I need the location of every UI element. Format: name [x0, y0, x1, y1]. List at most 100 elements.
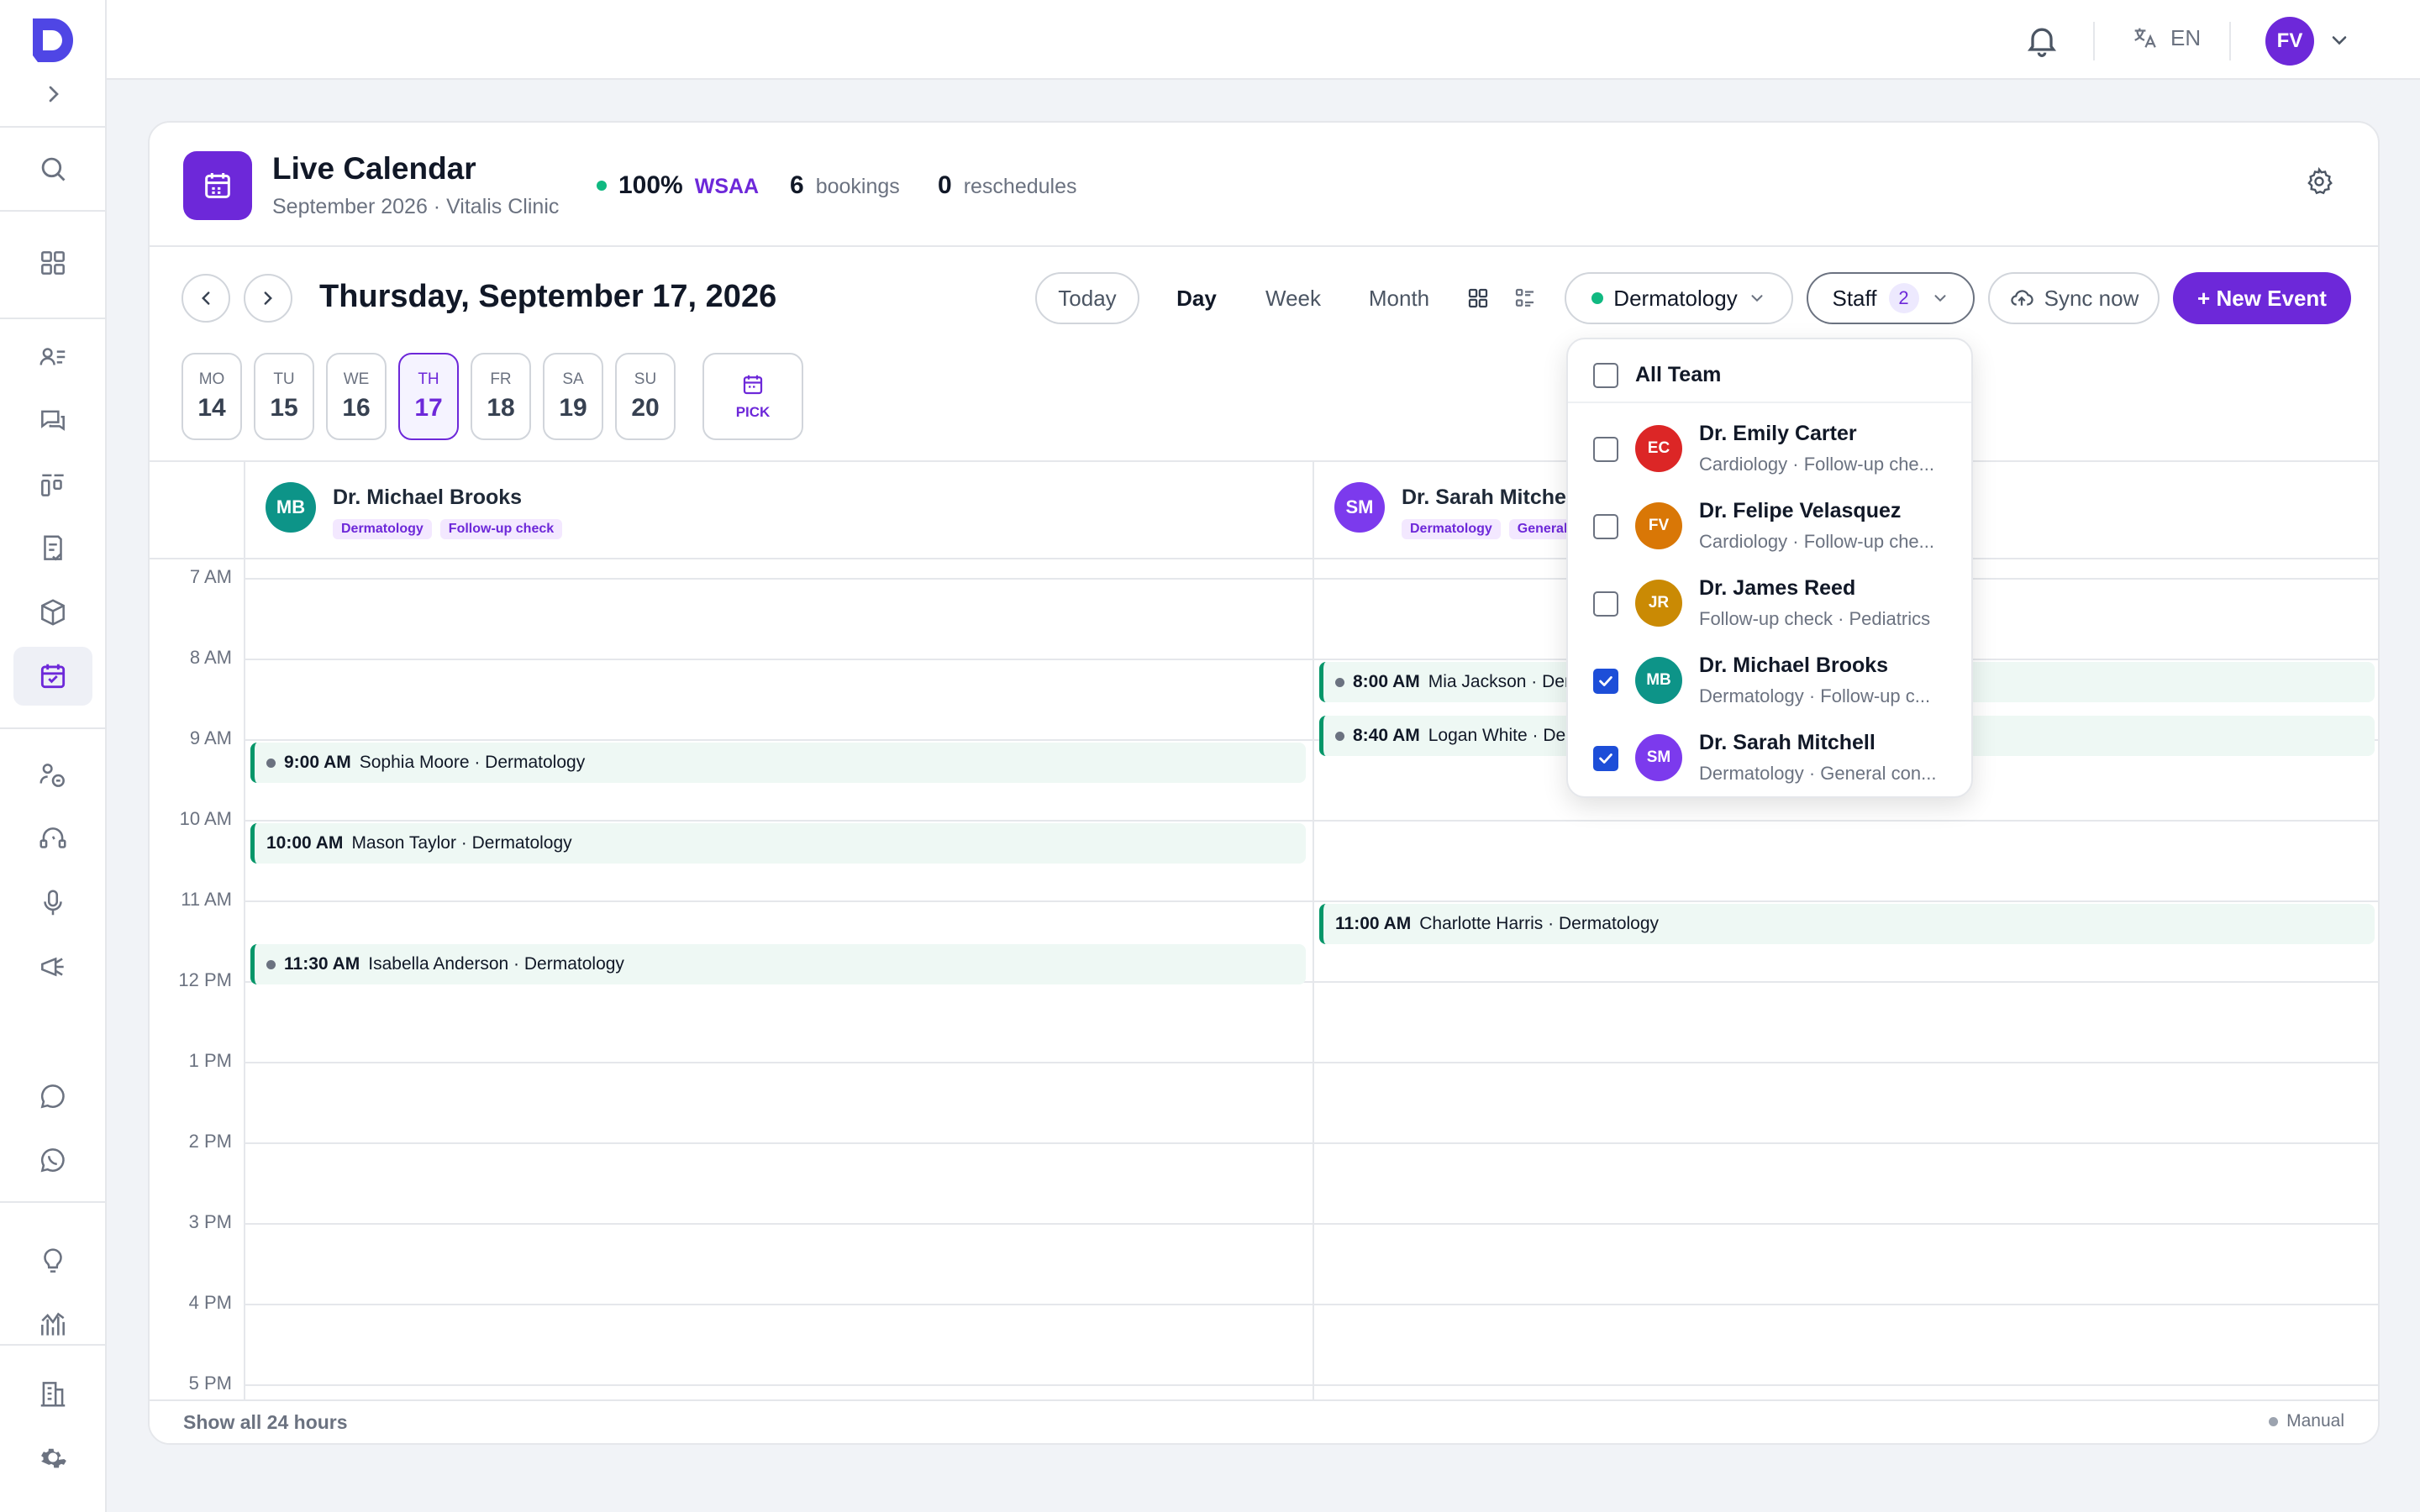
settings-gear-icon[interactable]: [27, 1431, 79, 1483]
calendar-icon[interactable]: [13, 647, 92, 706]
contacts-icon[interactable]: [27, 331, 79, 383]
all-team-checkbox[interactable]: [1593, 363, 1618, 388]
show-all-hours-link[interactable]: Show all 24 hours: [183, 1411, 348, 1434]
dropdown-option-all-team[interactable]: All Team: [1568, 339, 1971, 403]
hour-gridline: [245, 900, 2378, 902]
specialty-tag: Dermatology: [1402, 519, 1501, 539]
staff-checkbox[interactable]: [1593, 669, 1618, 694]
sync-now-button[interactable]: Sync now: [1988, 272, 2160, 324]
calendar-badge: [183, 151, 252, 220]
calendar-settings-icon[interactable]: [2304, 166, 2334, 197]
grid-view-icon[interactable]: [1465, 286, 1491, 311]
hour-gridline: [245, 578, 2378, 580]
staff-checkbox[interactable]: [1593, 514, 1618, 539]
day-of-week: SA: [562, 370, 584, 388]
hour-label: 8 AM: [189, 647, 232, 668]
next-day-button[interactable]: [244, 274, 292, 323]
today-button[interactable]: Today: [1035, 272, 1139, 324]
voice-agent-icon[interactable]: [27, 749, 79, 801]
stat-reschedules: 0 reschedules: [938, 171, 1077, 200]
whatsapp-icon[interactable]: [27, 1134, 79, 1186]
tasks-icon[interactable]: [27, 522, 79, 575]
day-chip-mo[interactable]: MO 14: [182, 353, 242, 440]
tab-day[interactable]: Day: [1155, 272, 1239, 324]
expand-sidebar-icon[interactable]: [40, 81, 67, 108]
day-chip-tu[interactable]: TU 15: [254, 353, 314, 440]
day-number: 14: [197, 394, 226, 422]
language-code: EN: [2170, 24, 2202, 50]
day-of-week: WE: [343, 370, 370, 388]
appointment-event[interactable]: 10:00 AM Mason Taylor · Dermatology: [250, 823, 1306, 864]
translate-icon: [2134, 28, 2156, 48]
dropdown-option-staff[interactable]: JR Dr. James Reed Follow-up check · Pediat…: [1568, 566, 1971, 643]
day-chip-su[interactable]: SU 20: [615, 353, 676, 440]
list-view-icon[interactable]: [1512, 286, 1538, 311]
chevron-down-icon[interactable]: [2328, 29, 2351, 52]
pipeline-icon[interactable]: [27, 459, 79, 511]
pick-date-button[interactable]: PICK: [702, 353, 803, 440]
column-divider: [1313, 460, 1314, 1399]
dropdown-option-staff[interactable]: EC Dr. Emily Carter Cardiology · Follow-up…: [1568, 412, 1971, 489]
day-number: 18: [487, 394, 515, 422]
appointment-event[interactable]: 11:00 AM Charlotte Harris · Dermatology: [1319, 904, 2375, 944]
sidebar-divider: [0, 318, 106, 319]
sidebar: [0, 0, 107, 1512]
column-header-divider: [150, 558, 2378, 559]
chat-icon[interactable]: [27, 1070, 79, 1122]
staff-name: Dr. Michael Brooks: [1699, 654, 1889, 677]
tab-week[interactable]: Week: [1247, 272, 1339, 324]
notifications-bell-icon[interactable]: [2023, 22, 2060, 59]
hour-gridline: [245, 1304, 2378, 1305]
day-chip-we[interactable]: WE 16: [326, 353, 387, 440]
day-of-week: TH: [418, 370, 439, 388]
microphone-icon[interactable]: [27, 877, 79, 929]
staff-name: Dr. James Reed: [1699, 576, 1856, 600]
specialty-tag: Follow-up check: [439, 519, 563, 539]
day-chip-sa[interactable]: SA 19: [543, 353, 603, 440]
products-icon[interactable]: [27, 586, 79, 638]
event-status-dot: [266, 959, 276, 969]
chevron-down-icon: [1933, 295, 1946, 302]
search-icon[interactable]: [27, 143, 79, 195]
user-avatar[interactable]: FV: [2265, 17, 2314, 66]
language-switcher[interactable]: EN: [2130, 24, 2201, 52]
hour-label: 11 AM: [181, 889, 232, 910]
conversations-icon[interactable]: [27, 395, 79, 447]
dashboard-icon[interactable]: [27, 237, 79, 289]
day-chip-th[interactable]: TH 17: [398, 353, 459, 440]
event-time: 8:00 AM: [1353, 672, 1420, 691]
building-icon[interactable]: [27, 1368, 79, 1420]
staff-checkbox[interactable]: [1593, 591, 1618, 617]
staff-filter[interactable]: Staff 2: [1807, 272, 1975, 324]
campaigns-icon[interactable]: [27, 941, 79, 993]
analytics-icon[interactable]: [27, 1299, 79, 1351]
staff-column-header: MB Dr. Michael Brooks Dermatology Follow-up…: [245, 460, 1311, 558]
appointment-event[interactable]: 9:00 AM Sophia Moore · Dermatology: [250, 743, 1306, 783]
dropdown-option-staff[interactable]: FV Dr. Felipe Velasquez Cardiology · Follo…: [1568, 489, 1971, 566]
calendar-icon: [205, 173, 230, 198]
stat-label: reschedules: [963, 175, 1077, 198]
staff-checkbox[interactable]: [1593, 437, 1618, 462]
event-time: 8:40 AM: [1353, 726, 1420, 746]
hour-label: 1 PM: [188, 1050, 232, 1071]
staff-avatar: MB: [266, 482, 316, 533]
lightbulb-icon[interactable]: [27, 1235, 79, 1287]
staff-specialties: Cardiology · Follow-up che...: [1699, 454, 1935, 475]
staff-checkbox[interactable]: [1593, 746, 1618, 771]
day-chip-fr[interactable]: FR 18: [471, 353, 531, 440]
dropdown-option-staff[interactable]: MB Dr. Michael Brooks Dermatology · Follow…: [1568, 643, 1971, 721]
support-agent-icon[interactable]: [27, 813, 79, 865]
stat-value: 6: [790, 171, 804, 199]
event-title: Sophia Moore · Dermatology: [359, 753, 586, 772]
tab-month[interactable]: Month: [1346, 272, 1452, 324]
dropdown-option-staff[interactable]: SM Dr. Sarah Mitchell Dermatology · Genera…: [1568, 721, 1971, 798]
staff-specialties: Follow-up check · Pediatrics: [1699, 608, 1931, 629]
pick-label: PICK: [735, 404, 771, 420]
new-event-button[interactable]: + New Event: [2173, 272, 2351, 324]
appointment-event[interactable]: 11:30 AM Isabella Anderson · Dermatology: [250, 944, 1306, 984]
previous-day-button[interactable]: [182, 274, 230, 323]
brand-logo[interactable]: [28, 13, 78, 67]
status-dot: [2269, 1416, 2279, 1426]
department-filter[interactable]: Dermatology: [1565, 272, 1793, 324]
sync-mode-indicator: Manual: [2269, 1411, 2344, 1431]
